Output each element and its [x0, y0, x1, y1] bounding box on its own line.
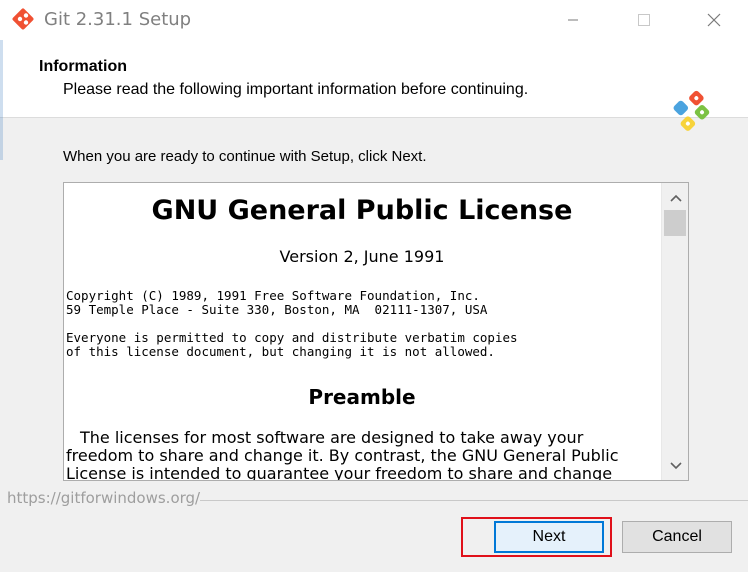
title-bar: Git 2.31.1 Setup: [0, 0, 748, 40]
license-copyright: Copyright (C) 1989, 1991 Free Software F…: [66, 289, 487, 317]
minimize-button[interactable]: [550, 0, 596, 40]
permission-line-1: Everyone is permitted to copy and distri…: [66, 330, 518, 345]
footer-divider: [200, 500, 748, 501]
license-text-box[interactable]: GNU General Public License Version 2, Ju…: [63, 182, 689, 481]
scroll-thumb[interactable]: [664, 210, 686, 236]
close-button[interactable]: [691, 0, 737, 40]
next-button[interactable]: Next: [494, 521, 604, 553]
license-content: GNU General Public License Version 2, Ju…: [64, 183, 660, 480]
license-permission: Everyone is permitted to copy and distri…: [66, 331, 518, 359]
chevron-down-icon: [669, 462, 682, 470]
maximize-icon: [638, 14, 650, 26]
background-window-edge: [0, 40, 3, 160]
page-subtitle: Please read the following important info…: [63, 81, 529, 98]
license-title: GNU General Public License: [151, 195, 573, 226]
vertical-scrollbar[interactable]: [661, 183, 688, 480]
preamble-paragraph: The licenses for most software are desig…: [66, 428, 646, 481]
minimize-icon: [568, 19, 578, 21]
preamble-heading: Preamble: [308, 385, 416, 409]
close-icon: [707, 13, 721, 27]
scroll-up-button[interactable]: [662, 186, 688, 210]
copyright-line-2: 59 Temple Place - Suite 330, Boston, MA …: [66, 302, 488, 317]
chevron-up-icon: [669, 194, 682, 202]
window-title: Git 2.31.1 Setup: [44, 9, 192, 30]
cancel-button[interactable]: Cancel: [622, 521, 732, 553]
scroll-down-button[interactable]: [662, 454, 688, 478]
copyright-line-1: Copyright (C) 1989, 1991 Free Software F…: [66, 288, 480, 303]
page-title: Information: [39, 58, 127, 75]
permission-line-2: of this license document, but changing i…: [66, 344, 495, 359]
git-logo-icon: [12, 8, 34, 30]
wizard-header: Information Please read the following im…: [0, 40, 748, 131]
license-version: Version 2, June 1991: [279, 247, 445, 266]
maximize-button[interactable]: [621, 0, 667, 40]
preamble-text: The licenses for most software are desig…: [66, 428, 619, 481]
git-setup-logo-icon: [673, 90, 710, 131]
project-url-link[interactable]: https://gitforwindows.org/: [7, 489, 200, 507]
intro-text: When you are ready to continue with Setu…: [63, 148, 427, 165]
